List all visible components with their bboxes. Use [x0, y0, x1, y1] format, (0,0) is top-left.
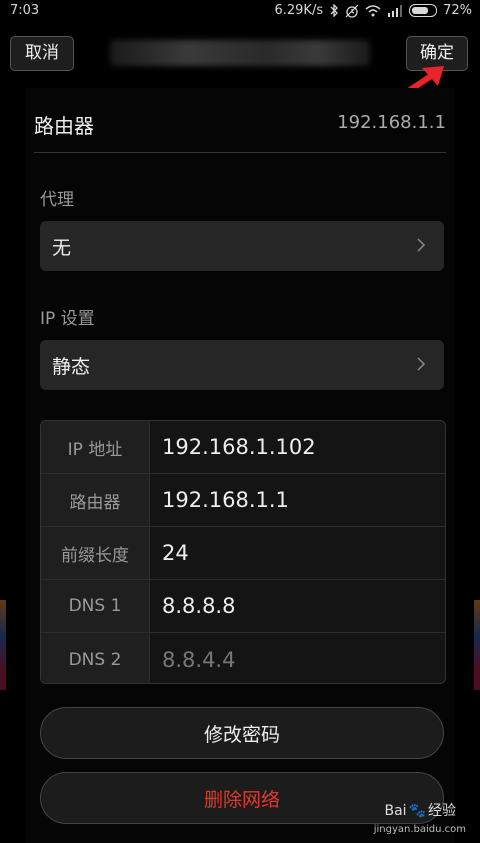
modify-password-button[interactable]: 修改密码: [40, 707, 444, 759]
ip-address-label: IP 地址: [41, 421, 150, 473]
status-bar: 7:03 6.29K/s 72%: [0, 0, 480, 22]
prefix-length-label: 前缀长度: [41, 527, 150, 579]
dns1-field[interactable]: 8.8.8.8: [162, 580, 235, 632]
proxy-value: 无: [52, 237, 72, 259]
side-decoration-right: [474, 600, 480, 690]
ip-settings-section-label: IP 设置: [40, 309, 95, 329]
dns2-label: DNS 2: [41, 633, 150, 683]
dns2-field[interactable]: 8.8.4.4: [162, 633, 235, 683]
delete-network-button[interactable]: 删除网络: [40, 772, 444, 824]
paw-icon: 🐾: [408, 803, 426, 819]
table-row: 前缀长度 24: [41, 527, 445, 580]
ip-settings-value: 静态: [52, 356, 91, 378]
table-row: IP 地址 192.168.1.102: [41, 421, 445, 474]
ip-address-field[interactable]: 192.168.1.102: [162, 421, 316, 473]
wifi-icon: [365, 4, 381, 16]
gateway-label: 路由器: [41, 474, 150, 526]
battery-icon: [409, 4, 438, 17]
side-decoration-left: [0, 600, 6, 690]
dns1-label: DNS 1: [41, 580, 150, 632]
chevron-right-icon: [417, 238, 426, 252]
signal-icon: [388, 4, 403, 17]
alarm-icon: [345, 4, 359, 18]
chevron-right-icon: [417, 357, 426, 371]
cancel-button[interactable]: 取消: [10, 36, 74, 71]
status-time: 7:03: [10, 3, 40, 18]
gateway-field[interactable]: 192.168.1.1: [162, 474, 289, 526]
watermark-brand: Bai: [384, 803, 407, 819]
prefix-length-field[interactable]: 24: [162, 527, 189, 579]
network-name-blurred: [110, 40, 370, 66]
baidu-watermark: Bai 🐾 经验 jingyan.baidu.com: [374, 800, 466, 835]
ip-settings-select[interactable]: 静态: [40, 340, 444, 390]
proxy-select[interactable]: 无: [40, 221, 444, 271]
battery-percent: 72%: [443, 3, 472, 18]
table-row: DNS 1 8.8.8.8: [41, 580, 445, 633]
bluetooth-icon: [330, 4, 339, 17]
watermark-url: jingyan.baidu.com: [373, 824, 466, 835]
network-speed: 6.29K/s: [274, 3, 324, 18]
router-row: 路由器 192.168.1.1: [34, 96, 446, 153]
ip-config-table: IP 地址 192.168.1.102 路由器 192.168.1.1 前缀长度…: [40, 420, 446, 684]
watermark-brand2: 经验: [428, 803, 456, 819]
table-row: 路由器 192.168.1.1: [41, 474, 445, 527]
status-right: 6.29K/s 72%: [274, 3, 472, 18]
table-row: DNS 2 8.8.4.4: [41, 633, 445, 683]
router-label: 路由器: [34, 114, 94, 138]
router-value: 192.168.1.1: [337, 112, 446, 133]
proxy-section-label: 代理: [40, 190, 74, 210]
